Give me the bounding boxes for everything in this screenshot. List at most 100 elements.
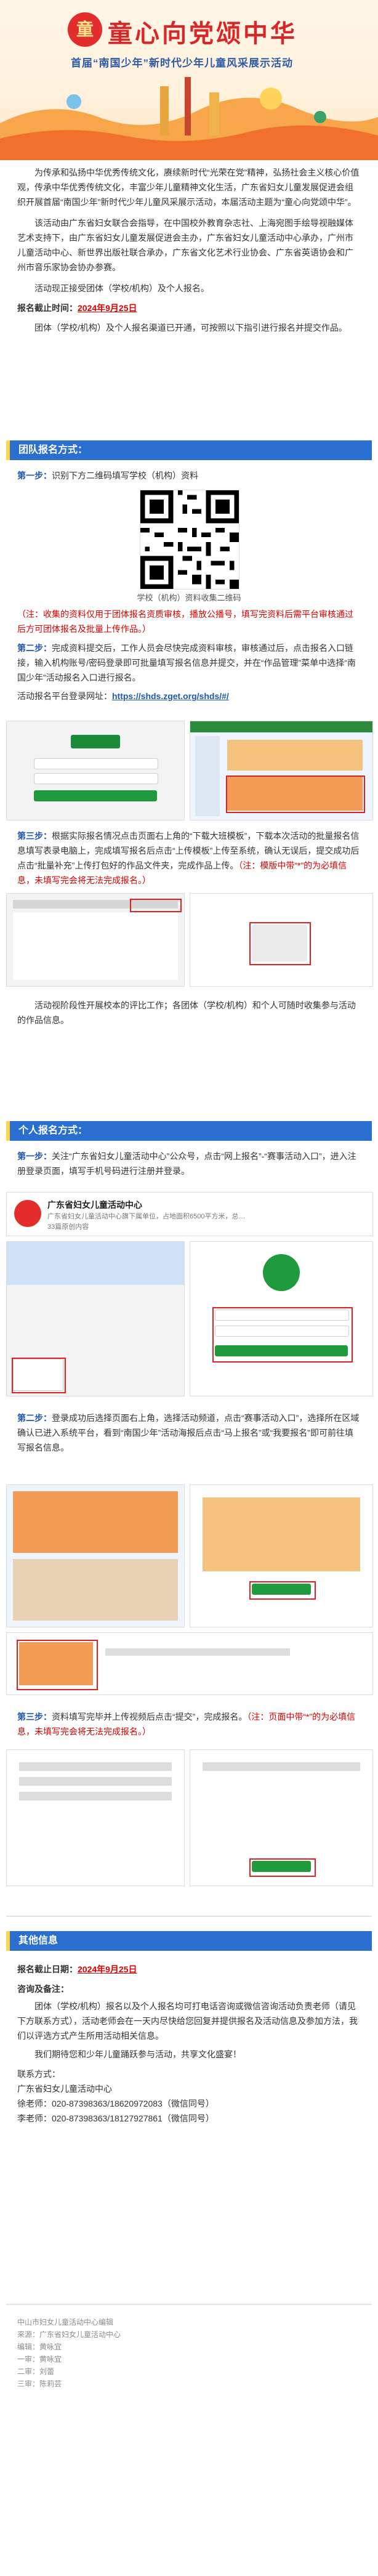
event-emblem: 童 bbox=[68, 12, 102, 47]
register-screenshot bbox=[190, 1241, 373, 1396]
group-step1-label: 第一步： bbox=[17, 471, 52, 480]
highlight-box bbox=[12, 1358, 66, 1393]
personal-step2: 第二步：登录成功后选择页面右上角，选择活动频道，点击“赛事活动入口”，选择所在区… bbox=[0, 1411, 378, 1455]
page: 童 童心向党颂中华 首届“南国少年”新时代少年儿童风采展示活动 为传承和弘扬中华… bbox=[0, 0, 378, 2576]
personal-step3-label: 第三步： bbox=[17, 1712, 52, 1722]
table-body bbox=[13, 912, 178, 980]
activity-poster bbox=[13, 1559, 178, 1621]
top-bar bbox=[190, 721, 372, 732]
notes-text: 团体（学校/机构）报名以及个人报名均可打电话咨询或微信咨询活动负责老师（请见下方… bbox=[17, 2001, 358, 2041]
intro-paragraph-1: 为传承和弘扬中华优秀传统文化，赓续新时代“光荣在党”精神，弘扬社会主义核心价值观… bbox=[17, 168, 360, 207]
platform-label: 活动报名平台登录网址： bbox=[17, 691, 112, 701]
activity-screenshot-2 bbox=[190, 1484, 373, 1627]
contact-phone-1: 徐老师：020-87398363/18620972083（微信同号） bbox=[17, 2099, 214, 2108]
highlight-box bbox=[249, 922, 311, 965]
contact-phone-2: 李老师：020-87398363/18127927861（微信同号） bbox=[17, 2113, 214, 2123]
login-screenshot-1 bbox=[6, 721, 185, 820]
closing-text: 我们期待您和少年儿童踊跃参与活动，共享文化盛宴！ bbox=[34, 2049, 241, 2059]
highlight-box bbox=[226, 776, 365, 813]
banner-title: 童心向党颂中华 bbox=[108, 20, 297, 47]
footer-line-5: 二审：刘蕾 bbox=[17, 2367, 55, 2376]
divider bbox=[6, 1916, 372, 1917]
submit-screenshot-1 bbox=[6, 1749, 185, 1886]
app-logo-icon bbox=[263, 1254, 300, 1291]
account-desc: 广东省妇女儿童活动中心旗下属单位，占地面积6500平方米，总… bbox=[47, 1213, 246, 1220]
group-step3: 第三步：根据实际报名情况点击页面右上角的“下载大班模板”，下载本次活动的批量报名… bbox=[0, 828, 378, 888]
template-screenshot-1 bbox=[6, 893, 185, 987]
group-step2: 第二步：完成资料提交后，工作人员会尽快完成资料审核，审核通过后，点击报名入口链接… bbox=[0, 641, 378, 703]
banner-subtitle: 首届“南国少年”新时代少年儿童风采展示活动 bbox=[71, 57, 293, 69]
personal-step3-text: 资料填写完毕并上传视频后点击“提交”，完成报名。 bbox=[52, 1712, 247, 1722]
footer-line-3: 编辑：黄咏宜 bbox=[17, 2343, 62, 2351]
poster-thumbnail-1 bbox=[227, 740, 363, 771]
footer-line-2: 来源：广东省妇女儿童活动中心 bbox=[17, 2330, 121, 2339]
account-field bbox=[34, 758, 158, 769]
deadline-label: 报名截止时间： bbox=[17, 303, 78, 313]
deadline-line: 报名截止时间：2024年9月25日 bbox=[0, 301, 378, 315]
personal-step2-text: 登录成功后选择页面右上角，选择活动频道，点击“赛事活动入口”，选择所在区域确认已… bbox=[17, 1413, 360, 1452]
divider bbox=[6, 2304, 372, 2305]
group-step2-text: 完成资料提交后，工作人员会尽快完成资料审核，审核通过后，点击报名入口链接，输入机… bbox=[17, 643, 356, 682]
banner-illustration bbox=[0, 77, 378, 160]
template-screenshot-2 bbox=[190, 893, 373, 987]
logo-icon bbox=[71, 735, 120, 748]
account-followers: 33篇原创内容 bbox=[47, 1223, 89, 1231]
personal-step2-label: 第二步： bbox=[17, 1413, 52, 1423]
group-step1: 第一步：识别下方二维码填写学校（机构）资料 bbox=[0, 468, 378, 483]
personal-header: 个人报名方式： bbox=[6, 1121, 372, 1141]
account-name: 广东省妇女儿童活动中心 bbox=[47, 1200, 142, 1210]
deadline-value: 2024年9月25日 bbox=[78, 303, 137, 313]
highlight-box bbox=[212, 1307, 353, 1363]
login-screenshot-2 bbox=[190, 721, 373, 820]
group-step2-label: 第二步： bbox=[17, 643, 52, 653]
password-field bbox=[34, 773, 158, 784]
highlight-box bbox=[17, 1640, 98, 1690]
footer-line-6: 三审：陈莉芸 bbox=[17, 2380, 62, 2388]
platform-url-link[interactable]: https://shds.zget.org/shds/#/ bbox=[112, 691, 229, 701]
group-tail: 活动视阶段性开展校本的评比工作；各团体（学校/机构）和个人可随时收集参与活动的作… bbox=[0, 998, 378, 1027]
highlight-box bbox=[249, 1858, 316, 1877]
notes-title: 咨询及备注： bbox=[17, 1984, 69, 1994]
qr-caption: 学校（机构）资料收集二维码 bbox=[137, 593, 241, 602]
personal-step1-text: 关注“广东省妇女儿童活动中心”公众号，点击“网上报名”-“赛事活动入口”，进入注… bbox=[17, 1151, 356, 1176]
account-avatar bbox=[14, 1200, 41, 1227]
intro-paragraph-4: 团体（学校/机构）及个人报名渠道已开通，可按照以下指引进行报名并提交作品。 bbox=[34, 323, 347, 333]
activity-screenshot-1 bbox=[6, 1484, 185, 1627]
wechat-account-card: 广东省妇女儿童活动中心 广东省妇女儿童活动中心旗下属单位，占地面积6500平方米… bbox=[6, 1192, 373, 1236]
login-button bbox=[34, 790, 157, 801]
activity-title bbox=[105, 1648, 290, 1656]
activity-banner bbox=[203, 1497, 360, 1571]
group-note1-block: （注：收集的资料仅用于团体报名资质审核，播放公播号，填写完资料后需平台审核通过后… bbox=[0, 607, 378, 636]
wechat-menu-screenshot bbox=[6, 1241, 185, 1396]
submit-screenshot-2 bbox=[190, 1749, 373, 1886]
other-section: 报名截止日期：2024年9月25日 咨询及备注： 团体（学校/机构）报名以及个人… bbox=[0, 1962, 378, 2126]
personal-step1: 第一步：关注“广东省妇女儿童活动中心”公众号，点击“网上报名”-“赛事活动入口”… bbox=[0, 1149, 378, 1178]
footer-line-4: 一审：黄咏宜 bbox=[17, 2355, 62, 2363]
group-step3-label: 第三步： bbox=[17, 831, 52, 841]
contact-org: 广东省妇女儿童活动中心 bbox=[17, 2084, 112, 2094]
form-row bbox=[19, 1777, 172, 1786]
group-step1-text: 识别下方二维码填写学校（机构）资料 bbox=[52, 471, 198, 480]
footer-line-1: 中山市妇女儿童活动中心编辑 bbox=[17, 2318, 114, 2327]
sidebar bbox=[195, 736, 220, 816]
group-header: 团队报名方式： bbox=[6, 440, 372, 460]
wechat-banner bbox=[7, 1242, 184, 1285]
highlight-box bbox=[249, 1581, 316, 1600]
form-row bbox=[203, 1762, 360, 1771]
contact-label: 联系方式： bbox=[17, 2069, 60, 2079]
personal-step1-label: 第一步： bbox=[17, 1151, 52, 1161]
banner: 童 童心向党颂中华 首届“南国少年”新时代少年儿童风采展示活动 bbox=[0, 0, 378, 160]
other-deadline-value: 2024年9月25日 bbox=[78, 1964, 137, 1974]
group-tail-text: 活动视阶段性开展校本的评比工作；各团体（学校/机构）和个人可随时收集参与活动的作… bbox=[17, 1000, 356, 1025]
personal-step3: 第三步：资料填写完毕并上传视频后点击“提交”，完成报名。（注：页面中带“*”的为… bbox=[0, 1709, 378, 1739]
activity-list-screenshot bbox=[6, 1632, 373, 1695]
form-row bbox=[19, 1792, 172, 1800]
highlight-box bbox=[130, 899, 182, 912]
intro-paragraph-3: 活动现正接受团体（学校/机构）及个人报名。 bbox=[34, 283, 209, 293]
intro-section: 为传承和弘扬中华优秀传统文化，赓续新时代“光荣在党”精神，弘扬社会主义核心价值观… bbox=[0, 165, 378, 335]
qr-code bbox=[140, 490, 239, 589]
other-header: 其他信息 bbox=[6, 1931, 372, 1951]
footer: 中山市妇女儿童活动中心编辑 来源：广东省妇女儿童活动中心 编辑：黄咏宜 一审：黄… bbox=[0, 2316, 378, 2390]
activity-poster bbox=[13, 1491, 178, 1553]
intro-paragraph-2: 该活动由广东省妇女联合会指导，在中国校外教育杂志社、上海宛图手绘导视融媒体艺术支… bbox=[17, 218, 353, 272]
